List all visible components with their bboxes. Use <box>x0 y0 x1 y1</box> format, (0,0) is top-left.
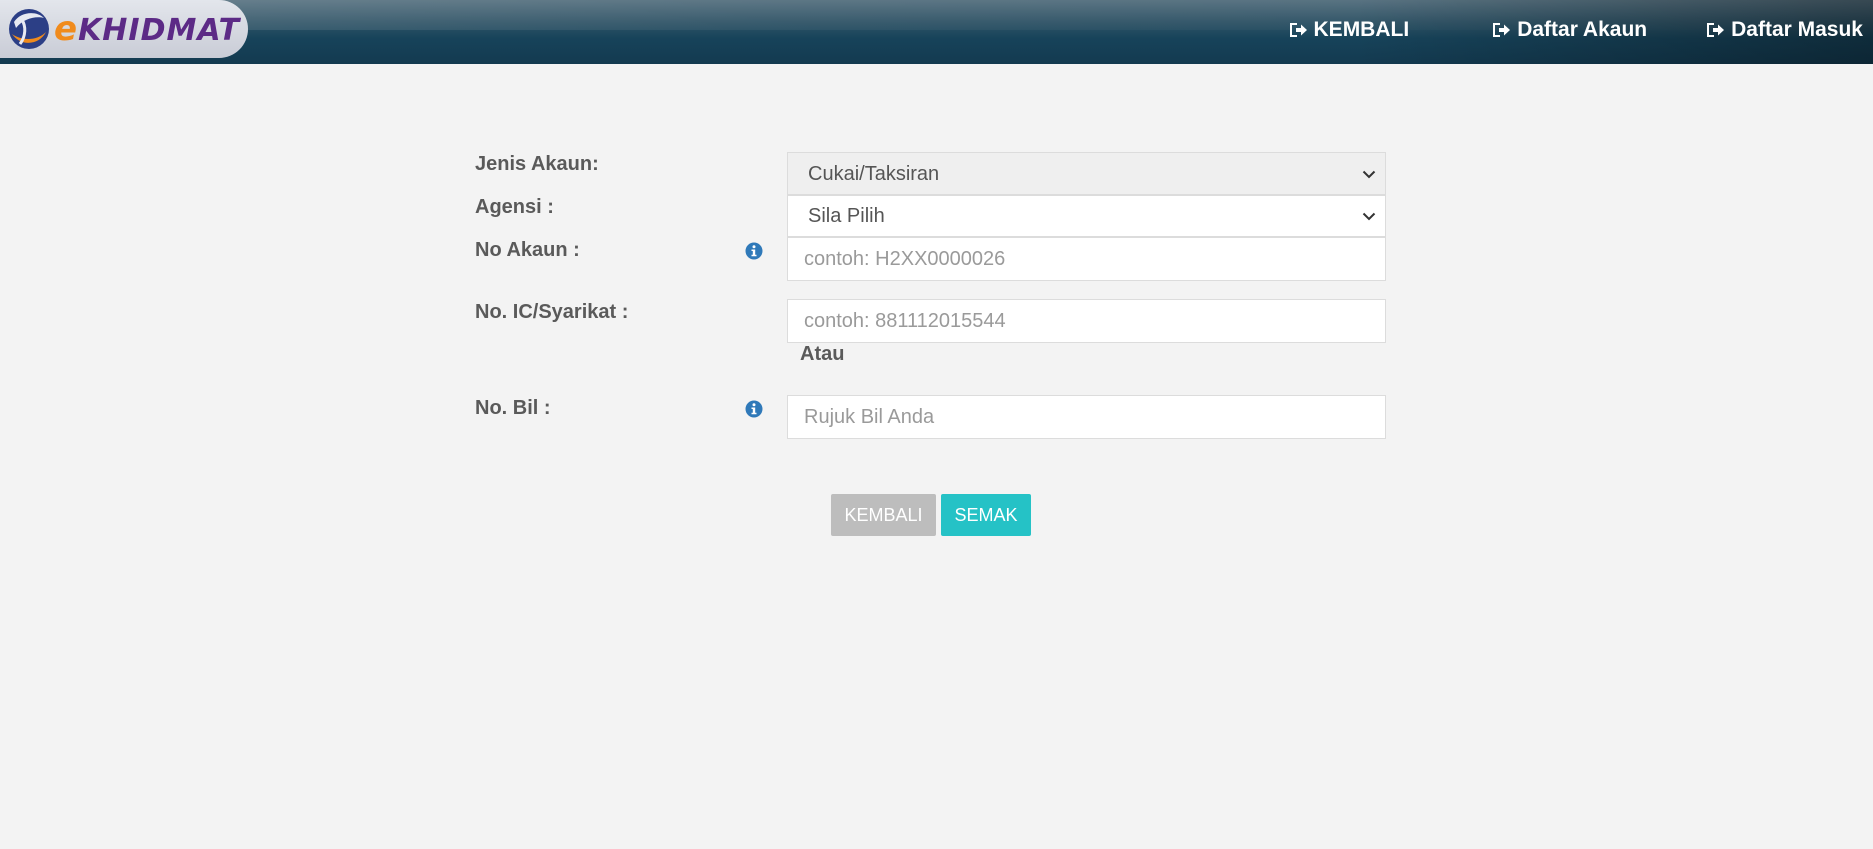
sign-out-icon <box>1493 23 1511 37</box>
nav-daftar-masuk-link[interactable]: Daftar Masuk <box>1705 18 1863 42</box>
info-icon[interactable] <box>745 400 763 418</box>
no-akaun-label: No Akaun : <box>475 239 580 261</box>
no-akaun-input[interactable] <box>787 237 1386 281</box>
atau-separator: Atau <box>800 343 845 365</box>
info-icon[interactable] <box>745 242 763 260</box>
ekhidmat-logo[interactable]: eKHIDMAT <box>0 0 248 58</box>
logo-wordmark: eKHIDMAT <box>54 9 241 49</box>
no-bil-label: No. Bil : <box>475 397 551 419</box>
nav-daftar-akaun-link[interactable]: Daftar Akaun <box>1491 18 1647 42</box>
nav-daftar-akaun-label: Daftar Akaun <box>1517 18 1648 41</box>
globe-logo-icon <box>9 9 49 49</box>
nav-kembali-label: KEMBALI <box>1313 18 1410 41</box>
jenis-akaun-label: Jenis Akaun: <box>475 153 599 175</box>
semak-button[interactable]: SEMAK <box>941 494 1031 536</box>
account-search-form: Jenis Akaun: Cukai/Taksiran Agensi : Sil… <box>0 0 1873 849</box>
nav-kembali-link[interactable]: KEMBALI <box>1288 18 1410 42</box>
no-bil-input[interactable] <box>787 395 1386 439</box>
agensi-label: Agensi : <box>475 196 554 218</box>
agensi-select[interactable]: Sila Pilih <box>787 195 1386 237</box>
sign-out-icon <box>1289 23 1307 37</box>
agensi-select-wrapper: Sila Pilih <box>787 195 1386 237</box>
jenis-akaun-select-wrapper: Cukai/Taksiran <box>787 152 1386 195</box>
jenis-akaun-select[interactable]: Cukai/Taksiran <box>787 152 1386 195</box>
no-ic-syarikat-input[interactable] <box>787 299 1386 343</box>
sign-out-icon <box>1707 23 1725 37</box>
kembali-button[interactable]: KEMBALI <box>831 494 936 536</box>
header-nav: KEMBALI Daftar Akaun Daftar Masuk <box>1288 0 1873 60</box>
nav-daftar-masuk-label: Daftar Masuk <box>1731 18 1863 41</box>
no-ic-syarikat-label: No. IC/Syarikat : <box>475 301 629 323</box>
